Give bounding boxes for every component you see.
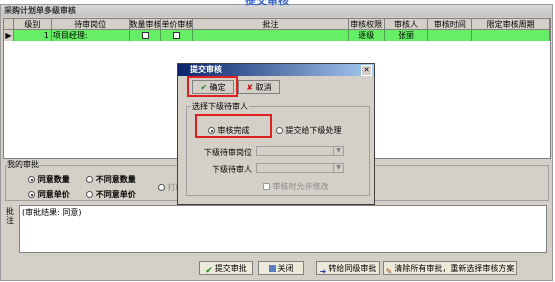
next-reviewer-select[interactable]: ▼ [256,163,344,173]
cell-remark[interactable] [193,30,349,41]
clear-reselect-label: 清除所有审批，重新选择审核方案 [394,264,515,273]
submit-next-label: 提交给下级处理 [285,126,342,135]
close-label: 关闭 [277,264,294,273]
review-complete-highlight [195,114,272,138]
exit-icon [268,265,276,272]
agree-qty-radio[interactable] [28,176,35,183]
table-row[interactable]: ▶ 1 项目经理: 逐级 张丽 [4,30,550,41]
next-position-label: 下级待审岗位 [204,148,252,157]
clear-reselect-button[interactable]: ✎ 清除所有审批，重新选择审核方案 [383,261,517,276]
check-icon: ✔ [205,265,213,276]
header-indicator [4,19,14,30]
comment-textarea[interactable]: (审批结果: 同意) [19,205,547,253]
next-position-select[interactable]: ▼ [256,146,344,156]
submit-next-radio[interactable] [276,127,283,134]
cell-level[interactable]: 1 [14,30,52,41]
x-icon: ✘ [246,83,254,92]
submit-next-option[interactable]: 提交给下级处理 [276,125,342,136]
chevron-down-icon: ▼ [333,164,343,172]
qty-review-checkbox[interactable] [141,32,149,39]
disagree-price-option[interactable]: 不同意单价 [86,189,136,200]
allow-modify-option: 审核时允许修改 [263,181,329,192]
cancel-label: 取消 [255,83,272,92]
ok-button-highlight [187,76,238,97]
cell-authority[interactable]: 逐级 [349,30,385,41]
cell-qty-review[interactable] [130,30,162,41]
price-review-checkbox[interactable] [173,32,181,39]
disagree-qty-radio[interactable] [86,176,93,183]
comment-label: 批注 [6,207,14,225]
agree-price-option[interactable]: 同意单价 [28,189,70,200]
chevron-down-icon: ▼ [333,147,343,155]
cell-reviewer[interactable]: 张丽 [385,30,429,41]
disagree-price-label: 不同意单价 [95,190,136,199]
cancel-button[interactable]: ✘ 取消 [238,80,280,94]
agree-qty-option[interactable]: 同意数量 [28,174,70,185]
dialog-title: 提交审核 [190,65,222,74]
allow-modify-label: 审核时允许修改 [272,182,329,191]
close-button[interactable]: 关闭 [258,261,304,275]
header-level[interactable]: 级别 [13,19,52,30]
disagree-qty-label: 不同意数量 [95,175,136,184]
header-qty-review[interactable]: 数量审核 [129,19,162,30]
cell-period[interactable] [472,30,550,41]
arrow-right-icon: ➜ [319,266,327,276]
dialog-close-icon[interactable]: ✕ [361,65,372,76]
agree-price-radio[interactable] [28,191,35,198]
disagree-qty-option[interactable]: 不同意数量 [86,174,136,185]
disagree-price-radio[interactable] [86,191,93,198]
forward-peer-label: 转给同级审批 [328,264,377,273]
grid-header: 级别 待审岗位 数量审核 单价审核 批注 审核权限 审核人 审核时间 限定审核周… [4,19,550,30]
group-legend: 选择下级待审人 [191,101,249,112]
header-reviewer[interactable]: 审核人 [384,19,429,30]
row-indicator-icon: ▶ [4,30,14,41]
cell-review-time[interactable] [428,30,473,41]
print-radio [158,184,165,191]
allow-modify-checkbox [263,183,270,190]
agree-qty-label: 同意数量 [37,175,70,184]
header-price-review[interactable]: 单价审核 [161,19,194,30]
background-heading: 提交审核 [245,0,289,7]
agree-price-label: 同意单价 [37,190,70,199]
eraser-icon: ✎ [385,266,393,276]
header-remark[interactable]: 批注 [193,19,349,30]
submit-review-button[interactable]: ✔ 提交审批 [199,261,253,276]
submit-review-label: 提交审批 [214,264,247,273]
cell-position[interactable]: 项目经理: [52,30,130,41]
cell-price-review[interactable] [161,30,194,41]
header-period[interactable]: 限定审核周期 [472,19,550,30]
bottom-toolbar: ✔ 提交审批 关闭 ➜ 转给同级审批 ✎ 清除所有审批，重新选择审核方案 [3,261,551,279]
dialog-title-bar: 提交审核 ✕ [178,64,374,76]
header-authority[interactable]: 审核权限 [348,19,385,30]
forward-peer-button[interactable]: ➜ 转给同级审批 [316,261,380,276]
next-reviewer-label: 下级待审人 [212,165,252,174]
header-position[interactable]: 待审岗位 [51,19,130,30]
header-review-time[interactable]: 审核时间 [428,19,473,30]
